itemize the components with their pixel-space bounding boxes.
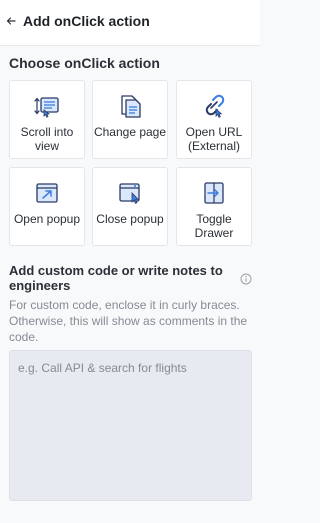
scroll-into-view-icon — [32, 91, 62, 121]
action-label: Toggle Drawer — [194, 212, 234, 240]
panel-header: Add onClick action — [0, 0, 260, 46]
action-label: Scroll into view — [20, 125, 74, 153]
action-label: Close popup — [96, 212, 164, 226]
action-toggle-drawer[interactable]: Toggle Drawer — [176, 167, 252, 246]
action-change-page[interactable]: Change page — [92, 80, 168, 159]
notes-textarea[interactable] — [9, 350, 252, 501]
action-open-url-external[interactable]: Open URL (External) — [176, 80, 252, 159]
action-close-popup[interactable]: Close popup — [92, 167, 168, 246]
notes-section-title: Add custom code or write notes to engine… — [9, 263, 223, 293]
panel-title: Add onClick action — [23, 13, 150, 29]
action-label: Open URL (External) — [185, 125, 243, 153]
action-label: Change page — [93, 125, 167, 139]
toggle-drawer-icon — [199, 178, 229, 208]
action-label: Open popup — [13, 212, 81, 226]
actions-section-title: Choose onClick action — [9, 55, 160, 71]
external-link-icon — [199, 91, 229, 121]
notes-hint: For custom code, enclose it in curly bra… — [9, 298, 248, 344]
action-scroll-into-view[interactable]: Scroll into view — [9, 80, 85, 159]
action-open-popup[interactable]: Open popup — [9, 167, 85, 246]
arrow-left-icon[interactable] — [4, 14, 18, 28]
open-popup-icon — [32, 178, 62, 208]
close-popup-icon — [115, 178, 145, 208]
info-icon[interactable] — [240, 272, 252, 285]
change-page-icon — [115, 91, 145, 121]
